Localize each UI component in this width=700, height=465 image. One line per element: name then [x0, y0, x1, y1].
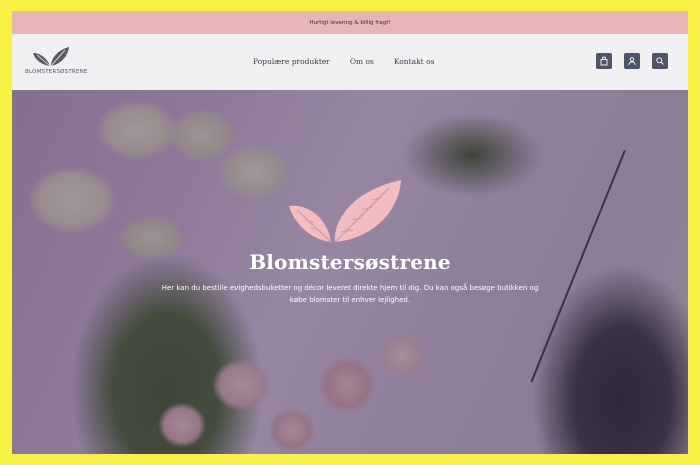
bag-icon	[600, 56, 608, 66]
brand-logo[interactable]: BLOMSTERSØSTRENE	[25, 46, 88, 80]
search-button[interactable]	[652, 53, 668, 69]
page-frame: Hurtigt levering & billig fragt! BLOMSTE…	[12, 11, 688, 454]
nav-item-contact[interactable]: Kontakt os	[394, 57, 435, 66]
nav-item-about[interactable]: Om os	[350, 57, 374, 66]
leaves-icon	[289, 180, 401, 243]
main-nav: Populære produkter Om os Kontakt os	[253, 57, 434, 66]
brand-name: BLOMSTERSØSTRENE	[25, 69, 88, 75]
announcement-text: Hurtigt levering & billig fragt!	[309, 19, 391, 26]
hero-content: Blomstersøstrene Her kan du bestille evi…	[12, 90, 688, 454]
user-button[interactable]	[624, 53, 640, 69]
bag-button[interactable]	[596, 53, 612, 69]
hero-title: Blomstersøstrene	[249, 250, 451, 274]
leaves-logo-icon	[33, 47, 69, 67]
search-icon	[656, 57, 664, 65]
nav-item-popular[interactable]: Populære produkter	[253, 57, 330, 66]
site-header: BLOMSTERSØSTRENE Populære produkter Om o…	[12, 34, 688, 90]
hero-description: Her kan du bestille evighedsbuketter og …	[161, 284, 539, 304]
header-icons	[596, 53, 668, 69]
hero-section: Blomstersøstrene Her kan du bestille evi…	[12, 90, 688, 454]
user-icon	[628, 57, 636, 66]
announcement-bar: Hurtigt levering & billig fragt!	[12, 11, 688, 34]
